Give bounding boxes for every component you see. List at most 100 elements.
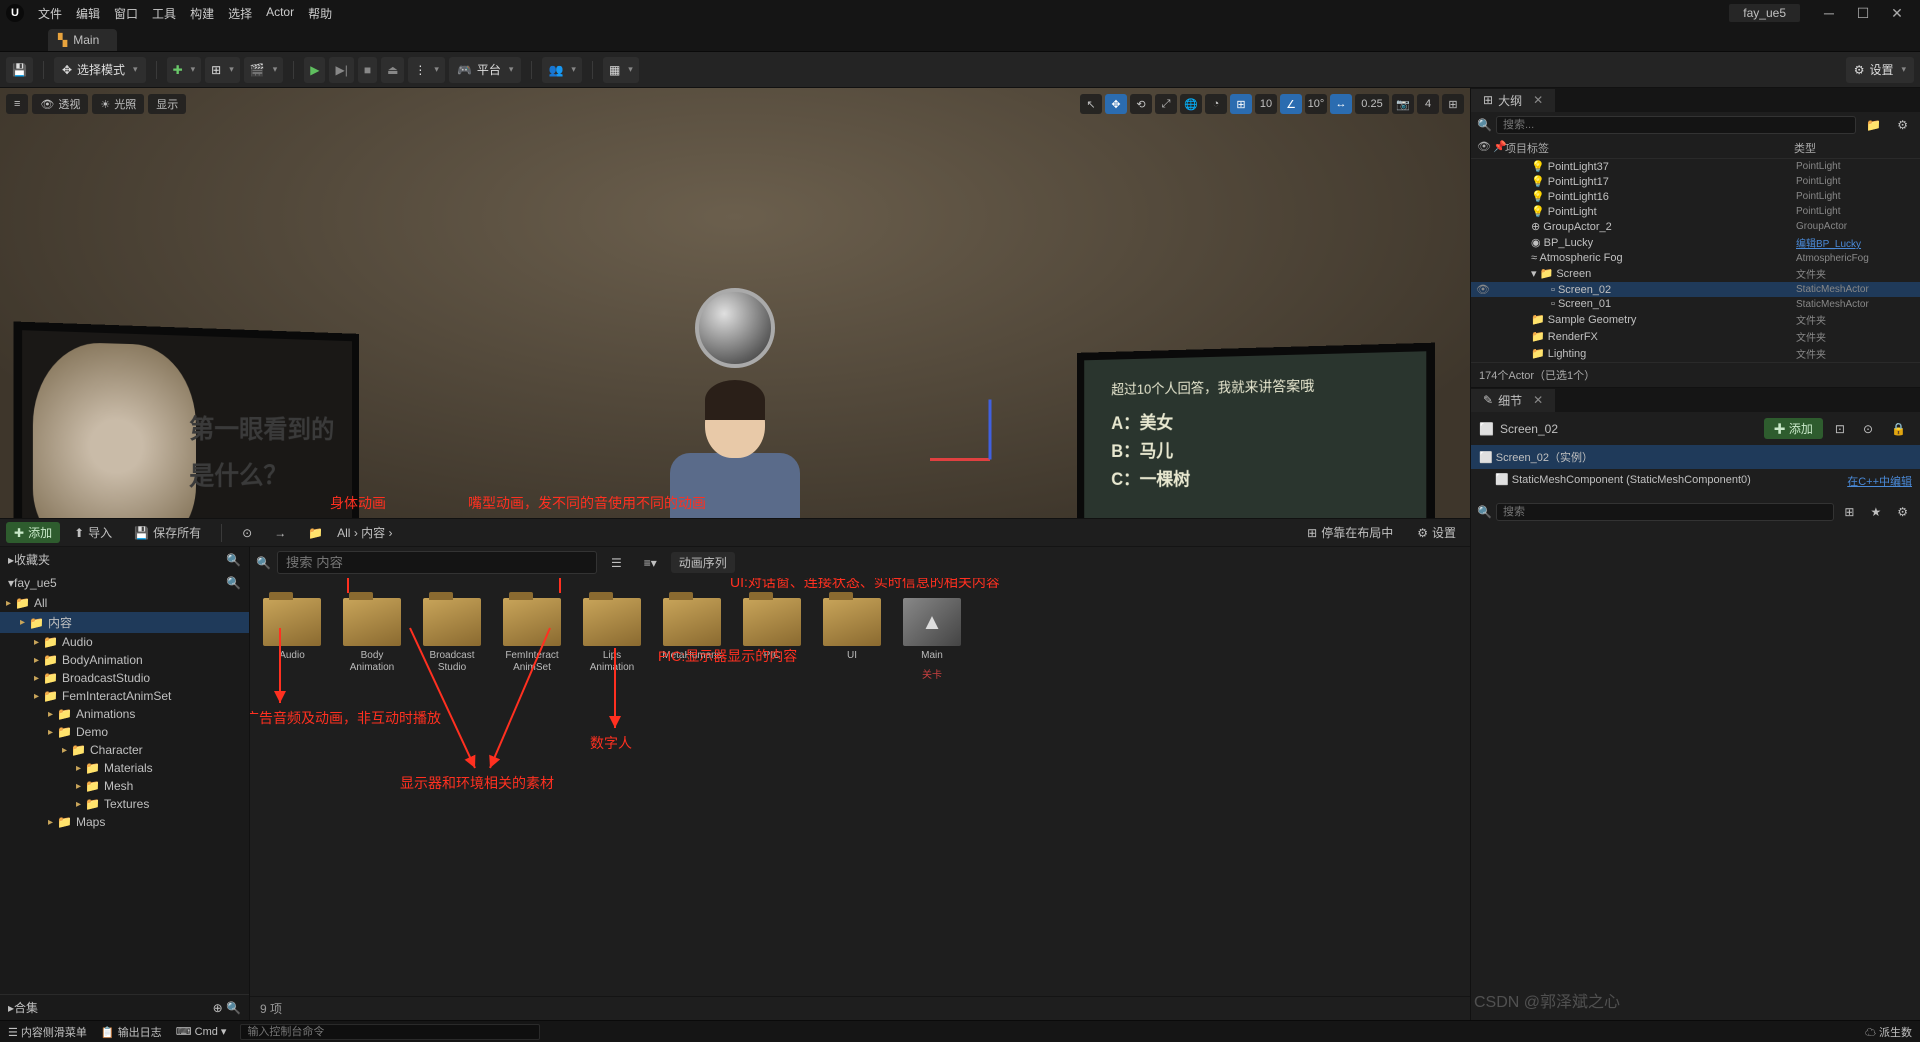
coord-space[interactable]: 🌐 [1180,94,1202,114]
outliner-tab[interactable]: ⊞ 大纲✕ [1471,89,1555,112]
details-instance-row[interactable]: ⬜ Screen_02（实例） [1471,445,1920,469]
close-icon[interactable]: ✕ [1533,393,1543,407]
misc-button[interactable]: ▦ [603,57,639,83]
outliner-row-GroupActor_2[interactable]: ⊕ GroupActor_2GroupActor [1471,219,1920,234]
output-log-button[interactable]: 📋 输出日志 [101,1024,162,1040]
tree-item-BroadcastStudio[interactable]: ▸📁 BroadcastStudio [0,669,249,687]
edit-cpp-link[interactable]: 在C++中编辑 [1847,473,1912,489]
cb-favorites-header[interactable]: ▸ 收藏夹 🔍 [0,547,249,572]
tree-item-Materials[interactable]: ▸📁 Materials [0,759,249,777]
cb-settings-button[interactable]: ⚙ 设置 [1409,522,1464,543]
close-button[interactable]: ✕ [1880,5,1914,22]
tree-item-Demo[interactable]: ▸📁 Demo [0,723,249,741]
cb-project-header[interactable]: ▾ fay_ue5 🔍 [0,572,249,594]
eject-button[interactable]: ⏏ [381,57,404,83]
menu-编辑[interactable]: 编辑 [76,5,100,22]
outliner-settings[interactable]: ⚙ [1891,116,1914,134]
details-browse[interactable]: ⊡ [1829,420,1851,438]
move-tool[interactable]: ✥ [1105,94,1127,114]
scale-val[interactable]: 0.25 [1355,94,1389,114]
content-drawer-button[interactable]: ☰ 内容侧滑菜单 [8,1024,87,1040]
viewport-menu[interactable]: ≡ [6,94,28,114]
cb-save-all-button[interactable]: 💾 保存所有 [126,522,209,543]
cb-import-button[interactable]: ⬆ 导入 [66,522,120,543]
tree-item-Character[interactable]: ▸📁 Character [0,741,249,759]
play-options[interactable]: ⋮ [408,57,445,83]
menu-文件[interactable]: 文件 [38,5,62,22]
outliner-row-Screen[interactable]: ▾ 📁 Screen文件夹 [1471,265,1920,282]
outliner-row-PointLight[interactable]: 💡 PointLightPointLight [1471,204,1920,219]
project-name[interactable]: fay_ue5 [1729,4,1800,22]
add-content-button[interactable]: ✚ [167,57,202,83]
outliner-row-Atmospheric Fog[interactable]: ≈ Atmospheric FogAtmosphericFog [1471,251,1920,265]
outliner-row-PointLight17[interactable]: 💡 PointLight17PointLight [1471,174,1920,189]
asset-Broadcast-Studio[interactable]: Broadcast Studio [420,598,484,674]
cb-filter-dd[interactable]: ≡▾ [636,554,665,572]
menu-工具[interactable]: 工具 [152,5,176,22]
tree-item-Audio[interactable]: ▸📁 Audio [0,633,249,651]
details-tab[interactable]: ✎ 细节✕ [1471,389,1555,412]
tree-item-BodyAnimation[interactable]: ▸📁 BodyAnimation [0,651,249,669]
maximize-button[interactable]: ☐ [1846,5,1880,22]
cinematics-button[interactable]: 🎬 [244,57,283,83]
outliner-row-Sample Geometry[interactable]: 📁 Sample Geometry文件夹 [1471,311,1920,328]
asset-FemInteract-AnimSet[interactable]: FemInteract AnimSet [500,598,564,674]
details-locate[interactable]: ⊙ [1857,420,1879,438]
asset-MetaHumans[interactable]: MetaHumans [660,598,724,662]
lit-pill[interactable]: ☀ 光照 [92,94,144,114]
tree-item-内容[interactable]: ▸📁 内容 [0,612,249,633]
cb-asset-grid[interactable]: UI:对话窗、连接状态、实时信息的相关内容 PIC:显示器显示的内容 广告音频及… [250,578,1470,996]
show-pill[interactable]: 显示 [148,94,186,114]
outliner-row-Lighting[interactable]: 📁 Lighting文件夹 [1471,345,1920,362]
camera-speed-icon[interactable]: 📷 [1392,94,1414,114]
angle-val[interactable]: 10° [1305,94,1327,114]
grid-snap[interactable]: ⊞ [1230,94,1252,114]
minimize-button[interactable]: ─ [1812,5,1846,21]
outliner-filter[interactable]: 📁 [1860,116,1887,134]
outliner-row-BP_Lucky[interactable]: ◉ BP_Lucky编辑BP_Lucky [1471,234,1920,251]
menu-帮助[interactable]: 帮助 [308,5,332,22]
asset-UI[interactable]: UI [820,598,884,662]
cmd-label[interactable]: ⌨ Cmd ▾ [176,1025,227,1038]
details-view-grid[interactable]: ⊞ [1838,503,1860,521]
platforms-button[interactable]: 🎮 平台 [449,57,522,83]
ue-logo-icon[interactable]: U [6,4,24,22]
console-input[interactable] [240,1024,540,1040]
outliner-row-RenderFX[interactable]: 📁 RenderFX文件夹 [1471,328,1920,345]
cb-history-back[interactable]: ⊙ [234,524,260,542]
asset-PIC[interactable]: PIC [740,598,804,662]
blueprint-button[interactable]: ⊞ [205,57,240,83]
close-icon[interactable]: ✕ [1533,93,1543,107]
outliner-row-Screen_01[interactable]: ▫ Screen_01StaticMeshActor [1471,297,1920,311]
tree-item-Maps[interactable]: ▸📁 Maps [0,813,249,831]
surface-snap[interactable]: ◔ [1205,94,1227,114]
skip-button[interactable]: ▶| [329,57,353,83]
outliner-row-Screen_02[interactable]: 👁▫ Screen_02StaticMeshActor [1471,282,1920,297]
grid-size[interactable]: 10 [1255,94,1277,114]
menu-构建[interactable]: 构建 [190,5,214,22]
perspective-pill[interactable]: 👁 透视 [32,94,88,114]
cb-dock-button[interactable]: ⊞ 停靠在布局中 [1299,522,1401,543]
stop-button[interactable]: ■ [358,57,377,83]
asset-Audio[interactable]: Audio [260,598,324,662]
cb-filter-button[interactable]: ☰ [603,554,630,572]
scale-snap[interactable]: ↔ [1330,94,1352,114]
settings-button[interactable]: ⚙ 设置 [1846,57,1914,83]
menu-Actor[interactable]: Actor [266,5,294,22]
details-fav[interactable]: ★ [1864,503,1887,521]
camera-speed[interactable]: 4 [1417,94,1439,114]
tree-item-Textures[interactable]: ▸📁 Textures [0,795,249,813]
details-component-row[interactable]: ⬜ StaticMeshComponent (StaticMeshCompone… [1471,469,1920,493]
details-settings[interactable]: ⚙ [1891,503,1914,521]
save-button[interactable]: 💾 [6,57,33,83]
select-tool[interactable]: ↖ [1080,94,1102,114]
cb-search-input[interactable] [277,551,597,574]
mode-selector[interactable]: ✥ 选择模式 [54,57,146,83]
tree-item-FemInteractAnimSet[interactable]: ▸📁 FemInteractAnimSet [0,687,249,705]
breadcrumb[interactable]: All › 内容 › [337,524,392,541]
asset-Body-Animation[interactable]: Body Animation [340,598,404,674]
derived-data[interactable]: ☁ 派生数 [1865,1024,1912,1040]
angle-snap[interactable]: ∠ [1280,94,1302,114]
details-add-button[interactable]: ✚ 添加 [1764,418,1823,439]
scale-tool[interactable]: ⤢ [1155,94,1177,114]
